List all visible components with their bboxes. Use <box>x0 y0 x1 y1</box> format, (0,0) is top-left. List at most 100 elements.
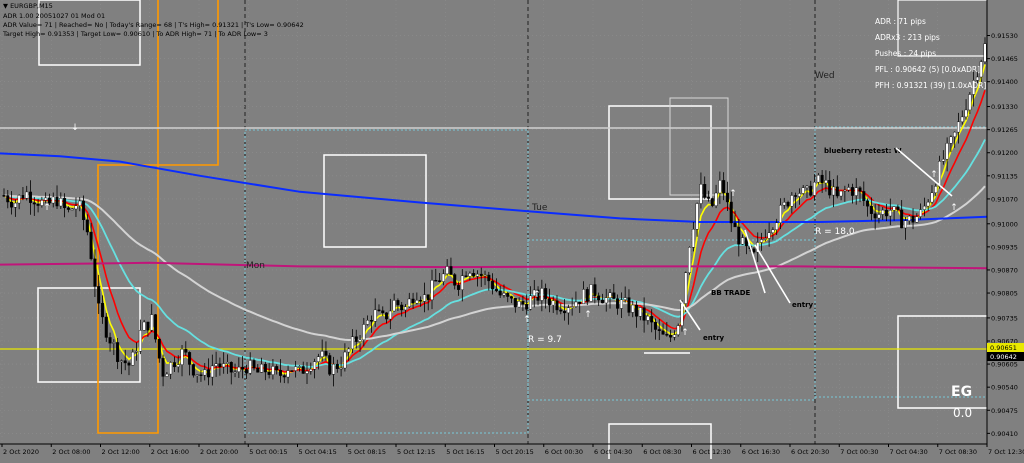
candle-body <box>108 337 112 344</box>
candle-body <box>256 367 260 373</box>
stat-adrx3: ADRx3 : 213 pips <box>875 33 940 42</box>
candle-body <box>419 299 423 302</box>
price-tick-label: 0.90475 <box>991 407 1018 415</box>
candle-body <box>722 180 726 194</box>
candle-body <box>737 226 741 245</box>
candle-body <box>494 288 498 292</box>
price-tick-label: 0.91400 <box>991 78 1018 86</box>
candle-body <box>135 351 139 353</box>
candle-body <box>945 143 949 160</box>
candle-body <box>635 304 639 317</box>
candle-body <box>157 338 161 359</box>
candle-body <box>377 309 381 312</box>
adr-header-line3: Target High= 0.91353 | Target Low= 0.906… <box>3 30 268 38</box>
candle-body <box>2 195 6 197</box>
stat-pfl: PFL : 0.90642 (5) [0.0xADR] <box>875 65 981 74</box>
candle-body <box>491 280 495 290</box>
price-chart[interactable]: ↓↑↑↑ ↑↑↑↑↑blueberry retest: WR = 18.0BB T… <box>0 0 1024 463</box>
symbol-label: EURGBP,M15 <box>10 2 53 10</box>
price-tick-label: 0.90540 <box>991 384 1018 392</box>
price-tick-label: 0.90605 <box>991 361 1018 369</box>
price-tick-label: 0.91200 <box>991 149 1018 157</box>
adr-header-line1: ADR 1.00 20051027 01 Mod 01 <box>3 12 106 20</box>
candle-body <box>763 238 767 240</box>
candle-body <box>866 200 870 207</box>
arrow-marker-icon: ↑ <box>43 203 51 213</box>
candle-body <box>566 307 570 314</box>
candle-body <box>612 292 616 299</box>
candle-body <box>676 325 680 335</box>
candle-body <box>551 300 555 306</box>
candle-body <box>638 307 642 317</box>
candle-body <box>184 348 188 353</box>
candle-body <box>290 370 294 372</box>
candle-body <box>900 209 904 229</box>
arrow-marker-icon: ↑ <box>681 328 689 338</box>
candle-body <box>797 193 801 197</box>
candle-body <box>362 324 366 341</box>
candle-body <box>623 297 627 300</box>
arrow-marker-icon: ↑ <box>950 203 958 213</box>
candle-body <box>116 342 120 362</box>
session-label: Tue <box>531 203 548 213</box>
candle-body <box>472 273 476 277</box>
candle-body <box>89 231 93 260</box>
candle-body <box>956 121 960 133</box>
candle-body <box>453 274 457 286</box>
candle-body <box>332 363 336 375</box>
candle-body <box>718 180 722 194</box>
arrow-marker-icon: ↑ <box>729 189 737 199</box>
chart-annotation: blueberry retest: W <box>824 147 902 155</box>
time-tick-label: 2 Oct 20:00 <box>200 448 238 456</box>
candle-body <box>502 292 506 296</box>
candle-body <box>430 280 434 301</box>
candle-body <box>297 366 301 368</box>
eg-badge-value: 0.0 <box>953 406 973 420</box>
candles <box>2 37 987 387</box>
candle-body <box>195 374 199 376</box>
candle-body <box>63 198 67 209</box>
time-tick-label: 6 Oct 12:30 <box>693 448 731 456</box>
candle-body <box>559 309 563 312</box>
candle-body <box>415 299 419 304</box>
candle-body <box>968 94 972 111</box>
candle-body <box>229 362 233 373</box>
candle-body <box>407 298 411 308</box>
candle-body <box>214 363 218 367</box>
candle-body <box>275 366 279 371</box>
time-tick-label: 2 Oct 2020 <box>3 448 39 456</box>
candle-body <box>574 301 578 307</box>
candle-body <box>373 309 377 322</box>
candle-body <box>710 198 714 206</box>
session-label: Mon <box>246 261 265 271</box>
candle-body <box>915 216 919 223</box>
candle-body <box>831 186 835 196</box>
dropdown-triangle-icon[interactable]: ▼ <box>3 2 8 10</box>
candle-body <box>653 321 657 330</box>
chart-annotation: entry <box>792 301 814 309</box>
candle-body <box>309 369 313 372</box>
candle-body <box>657 329 661 331</box>
price-tick-label: 0.91465 <box>991 55 1018 63</box>
adr-range-box <box>527 239 816 401</box>
session-box <box>897 315 999 409</box>
candle-body <box>233 371 237 373</box>
candle-body <box>498 290 502 296</box>
candle-body <box>521 301 525 305</box>
candle-body <box>165 373 169 377</box>
candle-body <box>616 298 620 309</box>
candle-body <box>570 306 574 308</box>
candle-body <box>36 203 40 206</box>
candle-body <box>839 190 843 197</box>
candle-body <box>127 362 131 366</box>
time-tick-label: 5 Oct 00:15 <box>249 448 287 456</box>
candle-body <box>873 213 877 219</box>
candle-body <box>468 273 472 277</box>
candle-body <box>44 197 48 201</box>
candle-body <box>78 200 82 206</box>
candle-body <box>381 310 385 314</box>
candle-body <box>244 369 248 374</box>
candle-body <box>835 186 839 197</box>
candle-body <box>138 330 142 352</box>
candle-body <box>347 348 351 353</box>
